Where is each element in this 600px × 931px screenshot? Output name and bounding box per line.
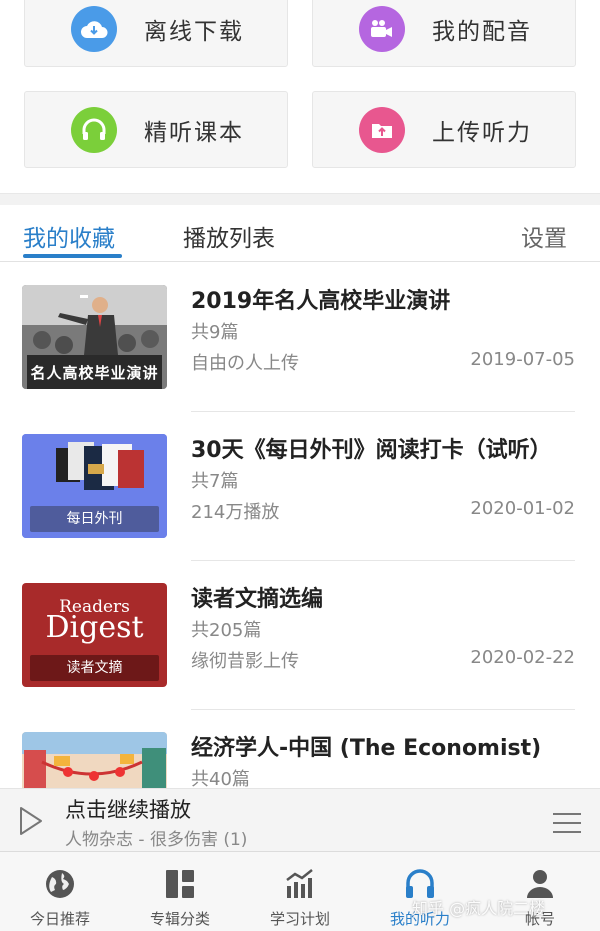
nav-label: 学习计划 <box>269 910 330 928</box>
play-count: 214万播放 <box>191 502 280 523</box>
grid-icon <box>164 868 196 904</box>
active-tab-indicator <box>23 254 122 258</box>
album-title: 经济学人-中国 (The Economist) <box>191 736 542 761</box>
album-title: 读者文摘选编 <box>191 587 324 612</box>
player-subtitle: 人物杂志 - 很多伤害 (1) <box>65 830 248 850</box>
thumbnail-caption: 读者文摘 <box>66 660 123 676</box>
album-thumbnail <box>22 732 167 788</box>
tab-bar: 我的收藏 播放列表 设置 <box>0 205 600 262</box>
playlist-menu-icon[interactable] <box>552 811 582 839</box>
section-divider <box>0 193 600 205</box>
nav-account[interactable]: 帐号 <box>480 852 600 931</box>
nav-my-listening[interactable]: 我的听力 <box>360 852 480 931</box>
upload-listening-card[interactable]: 上传听力 <box>312 91 576 168</box>
offline-download-card[interactable]: 离线下载 <box>24 0 288 67</box>
list-item[interactable]: 名人高校毕业演讲 2019年名人高校毕业演讲 共9篇 自由の人上传 2019-0… <box>0 263 600 412</box>
upload-folder-icon <box>359 106 405 153</box>
nav-study-plan[interactable]: 学习计划 <box>240 852 360 931</box>
quick-actions: 离线下载 我的配音 精听课本 上传听力 <box>0 0 600 193</box>
album-thumbnail: 每日外刊 <box>22 434 167 538</box>
thumbnail-caption: 每日外刊 <box>66 511 123 527</box>
list-item[interactable]: 经济学人-中国 (The Economist) 共40篇 <box>0 710 600 788</box>
play-icon[interactable] <box>18 806 44 840</box>
tab-my-favorites[interactable]: 我的收藏 <box>23 219 115 253</box>
globe-icon <box>44 868 76 904</box>
album-date: 2019-07-05 <box>470 349 575 370</box>
album-thumbnail: Readers Digest 读者文摘 <box>22 583 167 687</box>
episode-count: 共7篇 <box>191 471 239 492</box>
my-dubbing-card[interactable]: 我的配音 <box>312 0 576 67</box>
album-thumbnail: 名人高校毕业演讲 <box>22 285 167 389</box>
nav-label: 今日推荐 <box>29 910 90 928</box>
video-camera-icon <box>359 5 405 52</box>
nav-today-recommend[interactable]: 今日推荐 <box>0 852 120 931</box>
album-date: 2020-01-02 <box>470 498 575 519</box>
bottom-navigation: 今日推荐 专辑分类 学习计划 我的听力 帐号 <box>0 852 600 931</box>
album-title: 2019年名人高校毕业演讲 <box>191 289 451 314</box>
album-title: 30天《每日外刊》阅读打卡（试听） <box>191 438 552 463</box>
thumbnail-brand-line-2: Digest <box>45 610 144 645</box>
bar-chart-icon <box>284 868 316 904</box>
card-label: 上传听力 <box>432 119 532 146</box>
album-source: 自由の人上传 <box>191 353 299 374</box>
card-label: 我的配音 <box>432 18 532 45</box>
headphones-icon <box>71 106 117 153</box>
episode-count: 共40篇 <box>191 769 250 788</box>
list-item[interactable]: Readers Digest 读者文摘 读者文摘选编 共205篇 缘彻昔影上传 … <box>0 561 600 710</box>
nav-album-category[interactable]: 专辑分类 <box>120 852 240 931</box>
cloud-download-icon <box>71 5 117 52</box>
watermark-text: 知乎 @疯人院二楼 <box>412 899 546 918</box>
album-date: 2020-02-22 <box>470 647 575 668</box>
album-source: 缘彻昔影上传 <box>191 651 299 672</box>
card-label: 离线下载 <box>144 18 244 45</box>
list-item[interactable]: 每日外刊 30天《每日外刊》阅读打卡（试听） 共7篇 214万播放 2020-0… <box>0 412 600 561</box>
intensive-textbook-card[interactable]: 精听课本 <box>24 91 288 168</box>
mini-player[interactable]: 点击继续播放 人物杂志 - 很多伤害 (1) <box>0 788 600 852</box>
player-title: 点击继续播放 <box>65 798 191 822</box>
tab-playlist[interactable]: 播放列表 <box>183 219 275 253</box>
settings-link[interactable]: 设置 <box>521 219 567 253</box>
card-label: 精听课本 <box>144 119 244 146</box>
thumbnail-caption: 名人高校毕业演讲 <box>30 364 159 382</box>
nav-label: 专辑分类 <box>149 910 210 928</box>
episode-count: 共9篇 <box>191 322 239 343</box>
episode-count: 共205篇 <box>191 620 262 641</box>
